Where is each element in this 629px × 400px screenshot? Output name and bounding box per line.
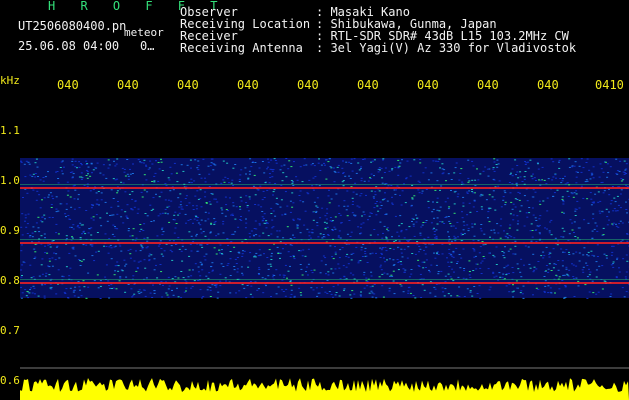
- carrier-halo: [20, 279, 629, 280]
- datetime-label: 25.06.08 04:00: [18, 39, 120, 53]
- spectrogram-screen: H R O F F T UT2506080400.pn meteor 25.06…: [0, 0, 629, 400]
- x-tick: 040: [237, 78, 259, 92]
- carrier-halo: [20, 184, 629, 185]
- x-tick: 0410: [595, 78, 624, 92]
- x-tick: 040: [357, 78, 379, 92]
- x-tick: 040: [117, 78, 139, 92]
- antenna-value: : 3el Yagi(V) Az 330 for Vladivostok: [316, 41, 577, 55]
- file-name: UT2506080400.pn: [18, 19, 127, 33]
- antenna-label: Receiving Antenna: [180, 41, 303, 55]
- short-code: 0…: [140, 39, 155, 53]
- x-tick: 040: [297, 78, 319, 92]
- x-tick: 040: [537, 78, 559, 92]
- carrier-halo: [20, 239, 629, 240]
- x-tick: 040: [417, 78, 439, 92]
- carrier-line: [20, 282, 629, 284]
- tag-label: meteor: [124, 26, 164, 39]
- waterfall-plot: [20, 96, 629, 400]
- x-tick: 040: [477, 78, 499, 92]
- axis-unit: kHz: [0, 74, 20, 87]
- x-tick: 040: [177, 78, 199, 92]
- x-tick: 040: [57, 78, 79, 92]
- carrier-line: [20, 242, 629, 244]
- carrier-line: [20, 187, 629, 189]
- noise-band: [20, 158, 629, 298]
